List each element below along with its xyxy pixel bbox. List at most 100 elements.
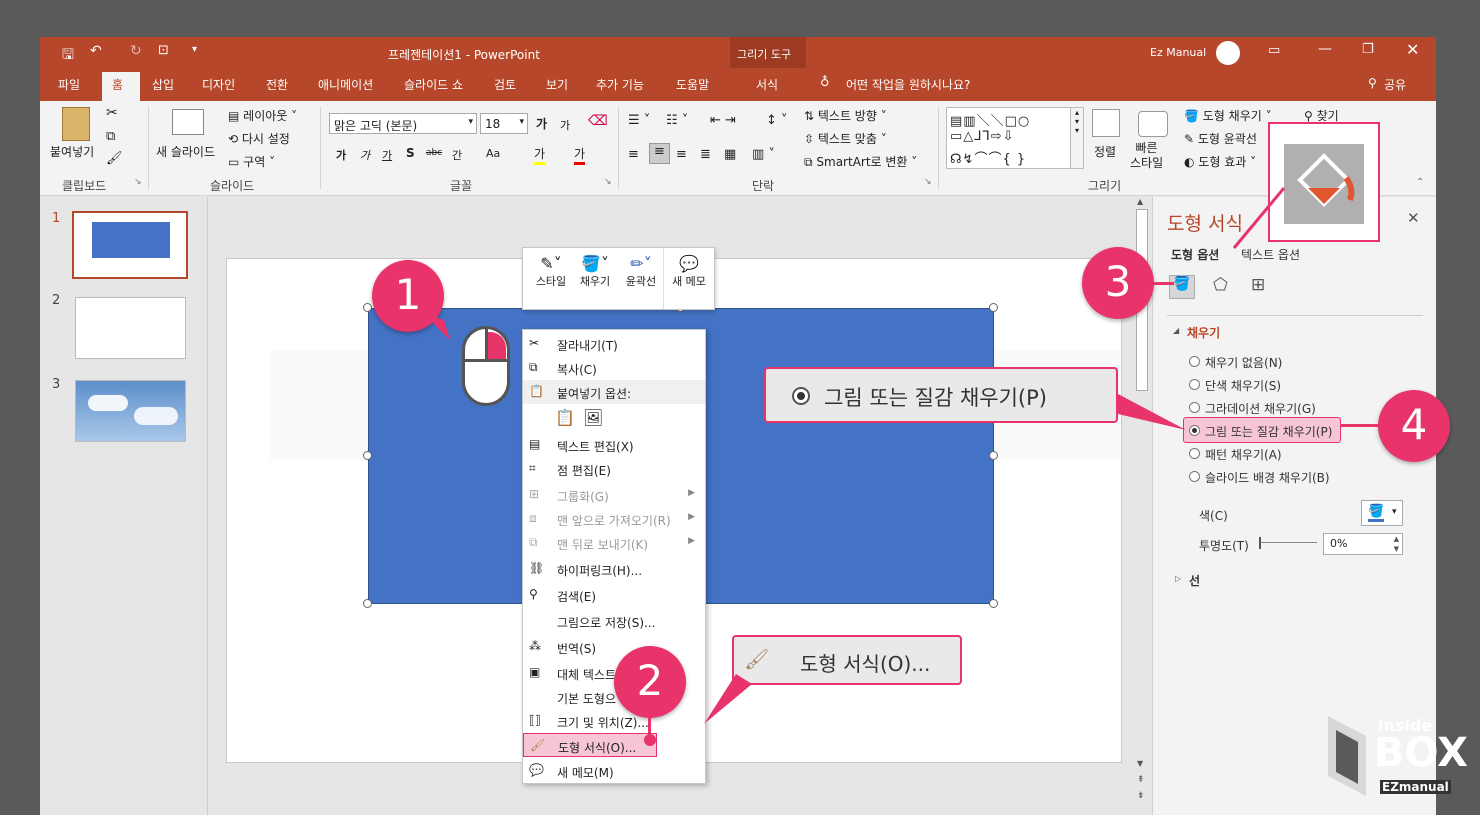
italic-button[interactable]: 가: [360, 147, 370, 163]
slide-thumbnail-1[interactable]: [72, 211, 188, 279]
mini-style-button[interactable]: ✎˅ 스타일: [531, 254, 571, 289]
shapes-row-2[interactable]: ▭△⅃⅂⇨⇩: [950, 129, 1015, 144]
new-slide-button[interactable]: 새 슬라이드: [156, 143, 215, 160]
distributed-icon[interactable]: ▦: [724, 147, 736, 162]
quick-styles-icon[interactable]: [1138, 111, 1168, 137]
layout-button[interactable]: ▤ 레이아웃 ˅: [228, 107, 297, 124]
tab-insert[interactable]: 삽입: [152, 76, 174, 93]
underline-button[interactable]: 가: [382, 147, 392, 163]
dialog-launcher-icon[interactable]: ↘: [134, 177, 142, 187]
slider-thumb[interactable]: [1259, 537, 1261, 549]
copy-icon[interactable]: ⧉: [106, 129, 115, 144]
close-icon[interactable]: ✕: [1407, 209, 1420, 227]
menu-item-new-comment[interactable]: 💬 새 메모(M): [523, 759, 705, 783]
customize-qat-icon[interactable]: ▾: [192, 44, 197, 55]
effects-icon[interactable]: ⬠: [1213, 275, 1228, 295]
tell-me-box[interactable]: 어떤 작업을 원하시나요?: [846, 76, 970, 93]
shape-fill-button[interactable]: 🪣 도형 채우기 ˅: [1184, 107, 1272, 124]
shapes-row-1[interactable]: ▤▥＼＼□○: [950, 110, 1030, 129]
numbering-icon[interactable]: ☷ ˅: [666, 113, 688, 128]
paste-icon[interactable]: [62, 107, 90, 141]
color-picker[interactable]: 🪣 ▾: [1361, 500, 1403, 526]
mini-comment-button[interactable]: 💬 새 메모: [665, 254, 713, 289]
menu-item-hyperlink[interactable]: ⛓ 하이퍼링크(H)...: [523, 557, 705, 581]
grow-font-button[interactable]: 가: [536, 115, 547, 132]
ribbon-display-icon[interactable]: ▭: [1268, 43, 1280, 58]
option-label[interactable]: 패턴 채우기(A): [1205, 446, 1282, 463]
spinner-icon[interactable]: ▲ ▼: [1394, 534, 1399, 554]
font-name-box[interactable]: 맑은 고딕 (본문) ▾: [329, 113, 477, 134]
smartart-button[interactable]: ⧉ SmartArt로 변환 ˅: [804, 153, 917, 170]
slide-thumbnail-2[interactable]: [75, 297, 186, 359]
section-button[interactable]: ▭ 구역 ˅: [228, 153, 275, 170]
transparency-input[interactable]: 0% ▲ ▼: [1323, 533, 1403, 555]
spacing-button[interactable]: 간: [452, 147, 462, 163]
menu-item-save-picture[interactable]: 그림으로 저장(S)...: [523, 609, 705, 633]
shape-outline-button[interactable]: ✎ 도형 윤곽선: [1184, 130, 1257, 147]
cut-icon[interactable]: ✂: [106, 105, 118, 121]
clear-format-icon[interactable]: ⌫: [588, 113, 608, 129]
menu-item-cut[interactable]: ✂ 잘라내기(T): [523, 332, 705, 356]
avatar[interactable]: [1216, 41, 1240, 65]
radio-slide-background-fill[interactable]: [1189, 471, 1200, 482]
user-name[interactable]: Ez Manual: [1150, 46, 1206, 59]
align-left-icon[interactable]: ≡: [628, 147, 639, 162]
paste-picture-icon[interactable]: 🖼: [583, 408, 603, 427]
restore-icon[interactable]: ❐: [1362, 42, 1374, 57]
highlight-button[interactable]: 가: [534, 145, 546, 165]
tab-home[interactable]: 홈: [112, 76, 123, 93]
menu-item-format-shape[interactable]: 🖌 도형 서식(O)...: [523, 733, 657, 757]
option-label[interactable]: 슬라이드 배경 채우기(B): [1205, 469, 1330, 486]
dialog-launcher-icon[interactable]: ↘: [604, 177, 612, 187]
next-slide-icon[interactable]: ⇟: [1137, 791, 1145, 801]
center-align-icon[interactable]: ≡: [649, 143, 670, 164]
tab-review[interactable]: 검토: [494, 76, 516, 93]
tab-animations[interactable]: 애니메이션: [318, 76, 373, 93]
font-size-box[interactable]: 18 ▾: [480, 113, 528, 134]
bullets-icon[interactable]: ☰ ˅: [628, 113, 650, 128]
align-text-button[interactable]: ⇳ 텍스트 맞춤 ˅: [804, 130, 887, 147]
shapes-row-3[interactable]: ☊↯⌒⌒{ }: [950, 148, 1026, 167]
resize-handle[interactable]: [363, 599, 372, 608]
indent-icons[interactable]: ⇤ ⇥: [710, 113, 736, 128]
shapes-gallery[interactable]: ▤▥＼＼□○ ▭△⅃⅂⇨⇩ ☊↯⌒⌒{ }: [946, 107, 1082, 169]
section-fill-header[interactable]: 채우기: [1187, 324, 1220, 341]
menu-item-translate[interactable]: ⁂ 번역(S): [523, 635, 705, 659]
bold-button[interactable]: 가: [336, 147, 346, 163]
quick-styles-button[interactable]: 빠른 스타일: [1130, 141, 1163, 171]
arrange-button[interactable]: 정렬: [1094, 143, 1116, 160]
arrange-icon[interactable]: [1092, 109, 1120, 137]
radio-no-fill[interactable]: [1189, 356, 1200, 367]
collapse-ribbon-icon[interactable]: ⌃: [1416, 177, 1424, 188]
expand-icon[interactable]: ▷: [1175, 574, 1181, 583]
radio-gradient-fill[interactable]: [1189, 402, 1200, 413]
prev-slide-icon[interactable]: ⇞: [1137, 775, 1145, 785]
resize-handle[interactable]: [363, 451, 372, 460]
reset-button[interactable]: ⟲ 다시 설정: [228, 130, 290, 147]
start-slideshow-icon[interactable]: ⊡: [158, 43, 169, 58]
tab-help[interactable]: 도움말: [676, 76, 709, 93]
tab-shape-options[interactable]: 도형 옵션: [1171, 246, 1219, 263]
share-button[interactable]: 공유: [1384, 76, 1406, 93]
tab-slideshow[interactable]: 슬라이드 쇼: [404, 76, 463, 93]
minimize-icon[interactable]: —: [1318, 41, 1332, 57]
dialog-launcher-icon[interactable]: ↘: [924, 177, 932, 187]
close-icon[interactable]: ✕: [1406, 40, 1419, 59]
tab-design[interactable]: 디자인: [202, 76, 235, 93]
radio-pattern-fill[interactable]: [1189, 448, 1200, 459]
fill-line-icon[interactable]: 🪣: [1169, 275, 1195, 299]
menu-item-copy[interactable]: ⧉ 복사(C): [523, 356, 705, 380]
mini-fill-button[interactable]: 🪣˅ 채우기: [573, 254, 617, 289]
option-label[interactable]: 그라데이션 채우기(G): [1205, 400, 1316, 417]
paste-button[interactable]: 붙여넣기: [50, 143, 94, 160]
transparency-slider[interactable]: [1261, 542, 1317, 543]
option-label[interactable]: 그림 또는 질감 채우기(P): [1205, 423, 1332, 440]
slide-thumbnail-3[interactable]: [75, 380, 186, 442]
align-right-icon[interactable]: ≡: [676, 147, 687, 162]
shrink-font-button[interactable]: 가: [560, 117, 570, 133]
format-painter-icon[interactable]: 🖌: [106, 151, 123, 166]
option-label[interactable]: 채우기 없음(N): [1205, 354, 1282, 371]
shape-effects-button[interactable]: ◐ 도형 효과 ˅: [1184, 153, 1256, 170]
justify-icon[interactable]: ≣: [700, 147, 711, 162]
resize-handle[interactable]: [989, 451, 998, 460]
